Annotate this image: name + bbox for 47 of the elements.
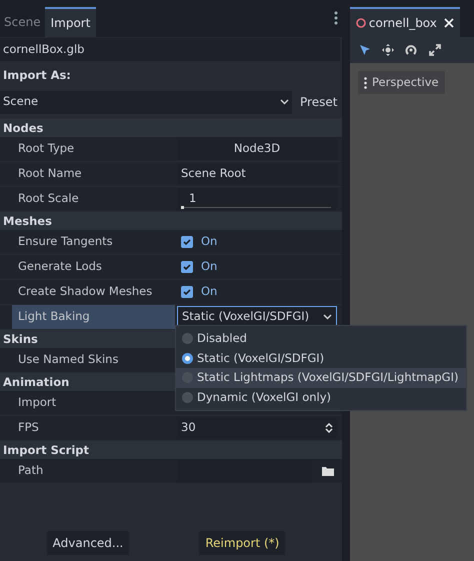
checkbox-label[interactable]: On <box>201 258 218 276</box>
property-label: Root Scale <box>17 190 80 208</box>
more-icon <box>364 76 367 89</box>
rotate-icon[interactable] <box>405 44 417 56</box>
checkbox-label[interactable]: On <box>201 233 218 251</box>
menu-option[interactable]: Static (VoxelGI/SDFGI) <box>176 348 466 368</box>
property-label: Ensure Tangents <box>17 233 114 250</box>
section-header[interactable]: Import Script <box>0 441 342 459</box>
preset-button[interactable]: Preset <box>294 90 344 114</box>
property-label: Create Shadow Meshes <box>17 283 154 300</box>
property-label: Generate Lods <box>17 258 103 276</box>
root-type-button[interactable]: Node3D <box>177 138 337 160</box>
close-icon[interactable] <box>444 18 454 28</box>
advanced-button[interactable]: Advanced... <box>46 531 130 555</box>
checkbox-label[interactable]: On <box>201 283 218 301</box>
fps-field[interactable]: 30 <box>177 417 337 439</box>
scene-tab[interactable]: cornell_box <box>350 7 460 37</box>
property-label: Use Named Skins <box>17 351 120 368</box>
checkbox[interactable] <box>181 236 193 248</box>
more-icon[interactable] <box>334 11 338 25</box>
spinner-arrows-icon[interactable] <box>325 423 333 433</box>
import-type-dropdown[interactable]: Scene <box>0 90 292 114</box>
view-menu-button[interactable]: Perspective <box>358 71 445 94</box>
file-name-field[interactable]: cornellBox.glb <box>0 38 340 61</box>
circle-icon <box>356 18 366 28</box>
property-label: Light Baking <box>12 305 175 329</box>
section-header[interactable]: Meshes <box>0 212 342 230</box>
scale-icon[interactable] <box>428 44 440 56</box>
select-cursor-icon[interactable] <box>360 44 370 56</box>
property-label: Path <box>17 462 44 480</box>
reimport-button[interactable]: Reimport (*) <box>199 531 286 555</box>
panel-tab[interactable]: Import <box>44 7 96 37</box>
move-icon[interactable] <box>382 44 394 56</box>
root-name-field[interactable]: Scene Root <box>177 163 337 185</box>
checkbox[interactable] <box>181 261 193 273</box>
property-label: FPS <box>17 419 40 436</box>
property-label: Root Type <box>17 140 76 158</box>
property-label: Import <box>17 394 58 412</box>
chevron-down-icon <box>280 99 289 105</box>
property-label: Root Name <box>17 165 83 182</box>
import-as-label: Import As: <box>2 67 72 84</box>
scale-slider[interactable]: 1 <box>177 188 337 210</box>
folder-icon[interactable] <box>322 466 334 476</box>
section-header[interactable]: Nodes <box>0 119 342 137</box>
menu-option[interactable]: Static Lightmaps (VoxelGI/SDFGI/LightmapGI) <box>176 368 466 388</box>
checkbox[interactable] <box>181 286 193 298</box>
chevron-down-icon <box>323 314 332 320</box>
